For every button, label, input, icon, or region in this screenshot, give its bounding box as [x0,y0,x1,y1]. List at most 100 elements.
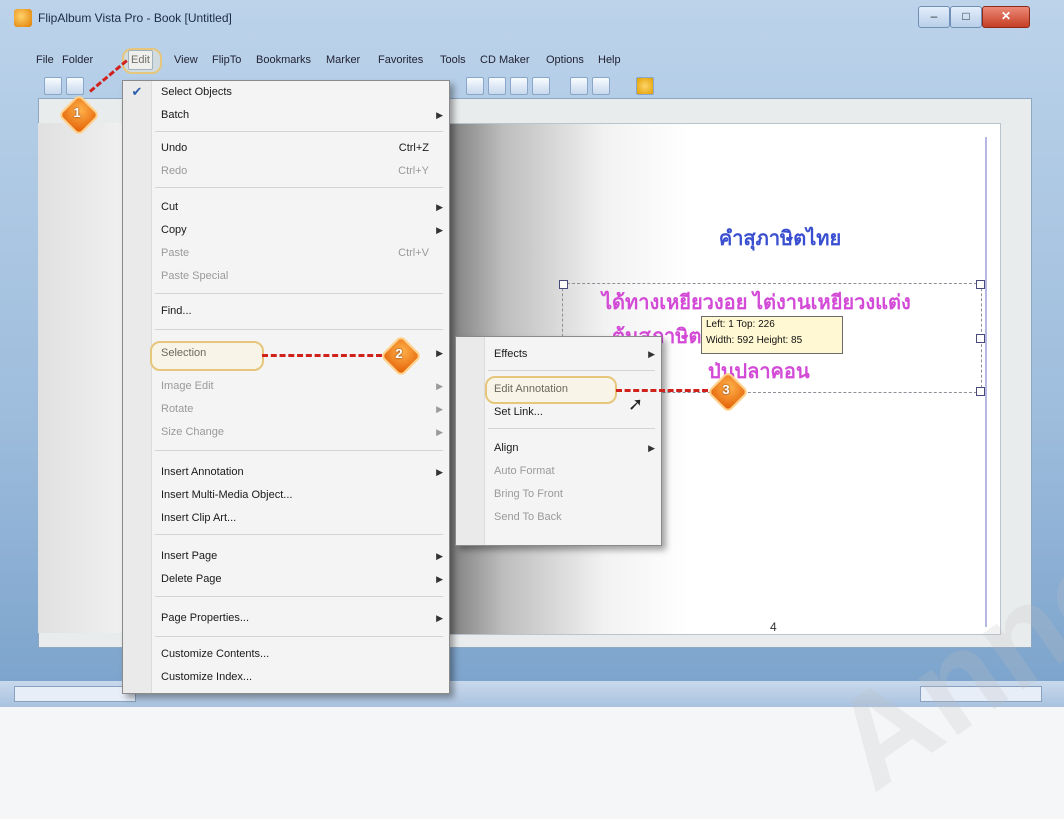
menu-flipto[interactable]: FlipTo [210,50,243,70]
menu-gutter [456,337,485,545]
minimize-button[interactable]: – [918,6,950,28]
page-icon[interactable] [510,77,528,95]
submenu-arrow-icon: ▶ [436,551,443,561]
resize-handle[interactable] [976,387,985,396]
color-icon[interactable] [570,77,588,95]
submenu-arrow-icon: ▶ [436,110,443,120]
resize-handle[interactable] [976,334,985,343]
resize-handle[interactable] [559,280,568,289]
step-badge-3: 3 [706,370,750,414]
menu-help[interactable]: Help [596,50,623,70]
submenu-arrow-icon: ▶ [436,404,443,414]
new-icon[interactable] [44,77,62,95]
menu-separator [155,293,443,294]
resize-handle[interactable] [976,280,985,289]
menu-item-select-objects[interactable]: Select Objects [161,82,232,102]
submenu-arrow-icon: ▶ [648,443,655,453]
step-number: 3 [722,382,730,397]
menu-item-align[interactable]: Align [494,438,518,458]
grid-icon[interactable] [488,77,506,95]
menu-item-customize-contents[interactable]: Customize Contents... [161,644,269,664]
submenu-arrow-icon: ▶ [436,381,443,391]
tooltip-position-line: Left: 1 Top: 226 [706,319,775,330]
mouse-cursor-icon: ➚ [628,394,644,414]
menu-item-rotate[interactable]: Rotate [161,399,193,419]
menu-item-page-properties[interactable]: Page Properties... [161,608,249,628]
menu-item-paste[interactable]: Paste [161,243,189,263]
menu-tools[interactable]: Tools [438,50,468,70]
step-arrow [262,354,382,357]
page-heading[interactable]: คำสุภาษิตไทย [700,222,860,254]
menu-separator [488,428,655,429]
menu-item-find[interactable]: Find... [161,301,192,321]
menu-separator [155,636,443,637]
submenu-arrow-icon: ▶ [436,467,443,477]
page-margin-line [985,137,987,627]
open-icon[interactable] [66,77,84,95]
submenu-arrow-icon: ▶ [648,349,655,359]
menu-item-cut[interactable]: Cut [161,197,178,217]
menu-item-delete-page[interactable]: Delete Page [161,569,222,589]
app-icon [14,9,32,27]
menu-item-insert-page[interactable]: Insert Page [161,546,217,566]
menu-item-send-to-back[interactable]: Send To Back [494,507,562,527]
highlight-selection-item [150,341,264,371]
menu-item-copy[interactable]: Copy [161,220,187,240]
shortcut-undo: Ctrl+Z [398,142,429,154]
menu-gutter [123,81,152,693]
menu-separator [155,131,443,132]
submenu-arrow-icon: ▶ [436,427,443,437]
menu-file[interactable]: File [34,50,56,70]
fit-icon[interactable] [466,77,484,95]
position-tooltip: Left: 1 Top: 226 Width: 592 Height: 85 [701,316,843,354]
menu-view[interactable]: View [172,50,200,70]
menu-item-paste-special[interactable]: Paste Special [161,266,228,286]
menu-item-customize-index[interactable]: Customize Index... [161,667,252,687]
menu-cd-maker[interactable]: CD Maker [478,50,532,70]
close-button[interactable]: ✕ [982,6,1030,28]
menu-item-batch[interactable]: Batch [161,105,189,125]
menu-item-redo[interactable]: Redo [161,161,187,181]
selection-submenu: Effects ▶ Edit Annotation Set Link... Al… [455,336,662,546]
window-title: FlipAlbum Vista Pro - Book [Untitled] [38,11,232,25]
shortcut-redo: Ctrl+Y [398,165,429,177]
menu-separator [155,329,443,330]
menu-item-insert-multimedia[interactable]: Insert Multi-Media Object... [161,485,292,505]
menu-separator [155,187,443,188]
step-arrow [616,389,708,392]
menu-separator [155,450,443,451]
menu-item-size-change[interactable]: Size Change [161,422,224,442]
submenu-arrow-icon: ▶ [436,225,443,235]
submenu-arrow-icon: ▶ [436,348,443,358]
submenu-arrow-icon: ▶ [436,613,443,623]
shortcut-paste: Ctrl+V [398,247,429,259]
image-icon[interactable] [532,77,550,95]
menu-item-set-link[interactable]: Set Link... [494,402,543,422]
submenu-arrow-icon: ▶ [436,574,443,584]
sun-icon[interactable] [636,77,654,95]
menu-item-insert-annotation[interactable]: Insert Annotation [161,462,244,482]
menu-separator [155,596,443,597]
highlight-edit-annotation-item [485,376,617,404]
title-bar: FlipAlbum Vista Pro - Book [Untitled] – … [0,0,1064,36]
step-number: 1 [73,105,81,120]
menu-folder[interactable]: Folder [60,50,95,70]
menu-favorites[interactable]: Favorites [376,50,425,70]
menu-bookmarks[interactable]: Bookmarks [254,50,313,70]
menu-item-effects[interactable]: Effects [494,344,527,364]
tooltip-size-line: Width: 592 Height: 85 [706,335,803,346]
menu-options[interactable]: Options [544,50,586,70]
menu-item-auto-format[interactable]: Auto Format [494,461,555,481]
menu-bar: File Folder Edit View FlipTo Bookmarks M… [30,50,1030,70]
paint-icon[interactable] [592,77,610,95]
menu-separator [155,534,443,535]
menu-item-image-edit[interactable]: Image Edit [161,376,214,396]
menu-item-insert-clip-art[interactable]: Insert Clip Art... [161,508,236,528]
step-badge-1: 1 [57,93,101,137]
page-number: 4 [770,620,777,634]
maximize-button[interactable]: □ [950,6,982,28]
check-icon: ✔ [131,84,143,99]
menu-marker[interactable]: Marker [324,50,362,70]
menu-item-bring-to-front[interactable]: Bring To Front [494,484,563,504]
menu-item-undo[interactable]: Undo [161,138,187,158]
